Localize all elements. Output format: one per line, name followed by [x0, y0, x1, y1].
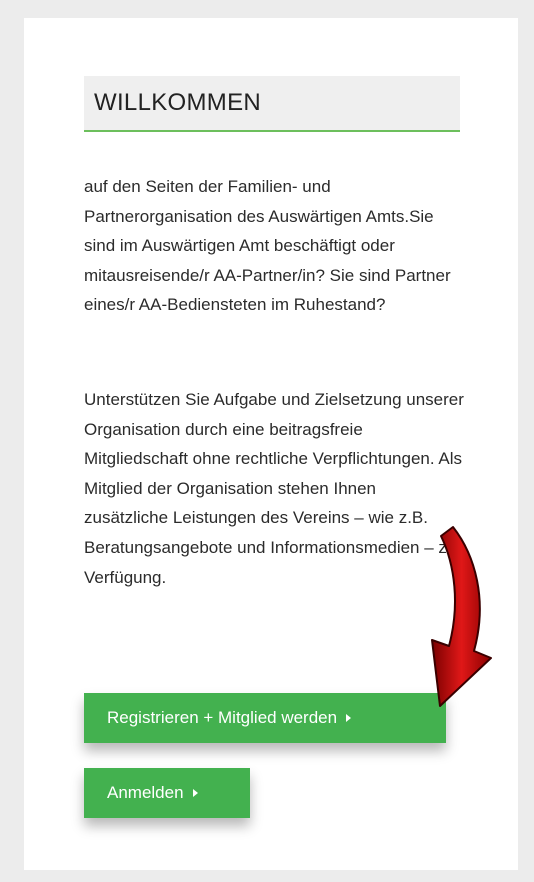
register-button[interactable]: Registrieren + Mitglied werden	[84, 693, 446, 743]
caret-right-icon	[346, 714, 352, 722]
welcome-title: WILLKOMMEN	[94, 89, 262, 116]
register-button-label: Registrieren + Mitglied werden	[107, 708, 338, 727]
welcome-card: WILLKOMMEN auf den Seiten der Familien- …	[24, 18, 518, 870]
login-button-label: Anmelden	[107, 783, 184, 802]
login-button[interactable]: Anmelden	[84, 768, 250, 818]
caret-right-icon	[192, 789, 198, 797]
welcome-paragraph-intro: auf den Seiten der Familien- und Partner…	[84, 177, 451, 315]
welcome-title-box: WILLKOMMEN	[84, 76, 460, 132]
welcome-paragraph-membership: Unterstützen Sie Aufgabe und Zielsetzung…	[84, 390, 464, 587]
